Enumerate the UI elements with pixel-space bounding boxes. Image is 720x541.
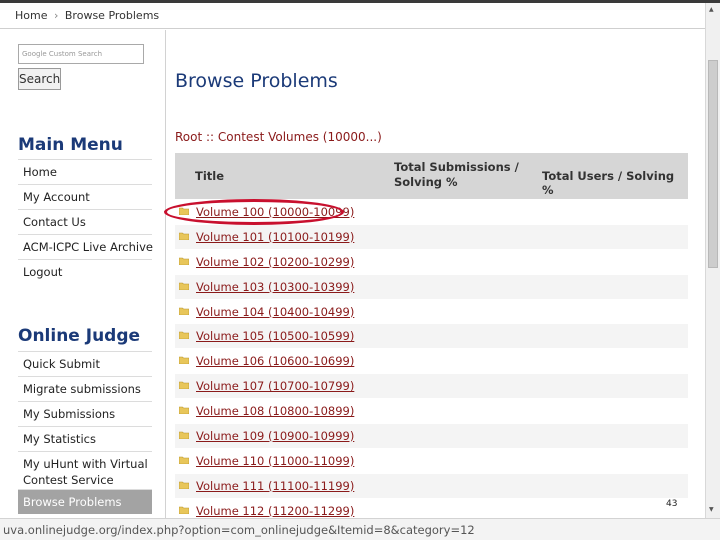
folder-icon	[179, 456, 189, 464]
menu-item-logout[interactable]: Logout	[18, 259, 152, 284]
folder-icon	[179, 506, 189, 514]
page: Home › Browse Problems Google Custom Sea…	[0, 3, 705, 518]
menu-item-contact-us[interactable]: Contact Us	[18, 209, 152, 234]
menu-item-home[interactable]: Home	[18, 159, 152, 184]
page-title: Browse Problems	[175, 70, 338, 92]
folder-icon	[179, 232, 189, 240]
slide-number: 43	[666, 499, 678, 509]
header-users[interactable]: Total Users / Solving %	[542, 169, 688, 197]
category-path[interactable]: Root :: Contest Volumes (10000...)	[175, 130, 382, 144]
table-body: Volume 100 (10000-10099) Volume 101 (1010…	[175, 199, 688, 518]
table-row: Volume 112 (11200-11299)	[175, 497, 688, 518]
table-row: Volume 102 (10200-10299)	[175, 248, 688, 274]
table-header: Title Total Submissions / Solving % Tota…	[175, 153, 688, 199]
folder-icon	[179, 257, 189, 265]
menu-item-uhunt[interactable]: My uHunt with Virtual Contest Service	[18, 451, 152, 489]
volume-link[interactable]: Volume 101 (10100-10199)	[196, 230, 354, 244]
table-row: Volume 107 (10700-10799)	[175, 373, 688, 399]
menu-item-my-statistics[interactable]: My Statistics	[18, 426, 152, 451]
online-judge-list: Quick Submit Migrate submissions My Subm…	[18, 351, 152, 514]
vertical-scrollbar[interactable]: ▲ ▼	[705, 3, 720, 518]
table-row: Volume 109 (10900-10999)	[175, 423, 688, 448]
menu-item-my-submissions[interactable]: My Submissions	[18, 401, 152, 426]
folder-icon	[179, 282, 189, 290]
online-judge-title: Online Judge	[18, 326, 141, 346]
breadcrumb-separator: ›	[53, 9, 59, 22]
main-menu-title: Main Menu	[18, 135, 123, 155]
left-sidebar: Google Custom Search Search Main Menu Ho…	[0, 30, 166, 518]
volume-link[interactable]: Volume 110 (11000-11099)	[196, 454, 354, 468]
table-row: Volume 104 (10400-10499)	[175, 298, 688, 324]
search-button[interactable]: Search	[18, 68, 61, 90]
volume-link[interactable]: Volume 103 (10300-10399)	[196, 280, 354, 294]
folder-icon	[179, 431, 189, 440]
table-row: Volume 108 (10800-10899)	[175, 398, 688, 424]
volume-link[interactable]: Volume 112 (11200-11299)	[196, 504, 354, 518]
table-row: Volume 110 (11000-11099)	[175, 447, 688, 473]
folder-icon	[179, 357, 189, 365]
menu-item-migrate-submissions[interactable]: Migrate submissions	[18, 376, 152, 401]
volume-link[interactable]: Volume 106 (10600-10699)	[196, 354, 354, 368]
menu-item-my-account[interactable]: My Account	[18, 184, 152, 209]
breadcrumb: Home › Browse Problems	[0, 3, 705, 29]
volume-link[interactable]: Volume 104 (10400-10499)	[196, 305, 354, 319]
folder-icon	[179, 381, 189, 390]
folder-icon	[179, 406, 189, 415]
menu-item-quick-submit[interactable]: Quick Submit	[18, 351, 152, 376]
table-row: Volume 111 (11100-11199)	[175, 472, 688, 498]
volume-link[interactable]: Volume 107 (10700-10799)	[196, 379, 354, 393]
scroll-thumb[interactable]	[708, 60, 718, 268]
folder-icon	[179, 307, 189, 315]
scroll-up-arrow-icon[interactable]: ▲	[709, 6, 714, 13]
volume-link[interactable]: Volume 105 (10500-10599)	[196, 329, 354, 343]
volume-link[interactable]: Volume 108 (10800-10899)	[196, 404, 354, 418]
folder-icon	[179, 481, 189, 489]
volume-link[interactable]: Volume 109 (10900-10999)	[196, 429, 354, 443]
status-bar: uva.onlinejudge.org/index.php?option=com…	[0, 518, 720, 540]
main-menu-list: Home My Account Contact Us ACM-ICPC Live…	[18, 159, 153, 284]
menu-item-browse-problems[interactable]: Browse Problems	[18, 489, 152, 514]
menu-item-live-archive[interactable]: ACM-ICPC Live Archive	[18, 234, 153, 259]
header-title[interactable]: Title	[195, 169, 224, 183]
folder-icon	[179, 332, 189, 340]
search-input[interactable]: Google Custom Search	[18, 44, 144, 64]
scroll-down-arrow-icon[interactable]: ▼	[709, 506, 714, 513]
highlight-circle	[164, 199, 344, 225]
table-row: Volume 105 (10500-10599)	[175, 323, 688, 349]
table-row: Volume 103 (10300-10399)	[175, 273, 688, 299]
volume-link[interactable]: Volume 102 (10200-10299)	[196, 255, 354, 269]
table-row: Volume 106 (10600-10699)	[175, 348, 688, 374]
breadcrumb-current: Browse Problems	[64, 9, 160, 22]
breadcrumb-home-link[interactable]: Home	[15, 9, 47, 22]
table-row: Volume 101 (10100-10199)	[175, 223, 688, 249]
header-submissions[interactable]: Total Submissions / Solving %	[394, 160, 540, 190]
volume-link[interactable]: Volume 111 (11100-11199)	[196, 479, 354, 493]
